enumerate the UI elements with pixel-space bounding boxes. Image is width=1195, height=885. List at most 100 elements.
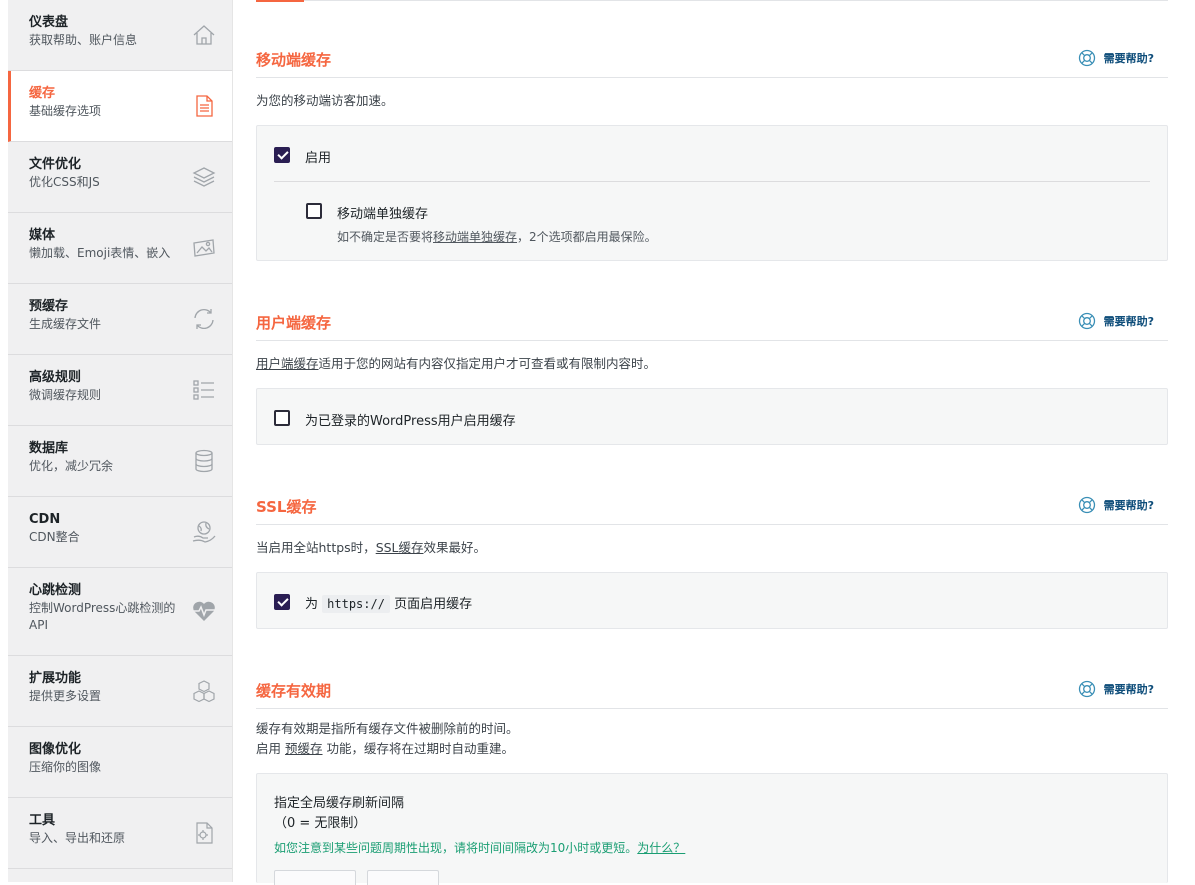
desc2-prefix: 启用 <box>256 741 282 756</box>
section-header: 用户端缓存 需要帮助? <box>256 306 1168 341</box>
section-title: 用户端缓存 <box>256 314 332 332</box>
why-link[interactable]: 为什么？ <box>637 841 685 855</box>
sidebar-item-subtitle: 优化，减少冗余 <box>29 459 114 473</box>
sidebar-item-advanced-rules[interactable]: 高级规则 微调缓存规则 <box>8 355 232 426</box>
sidebar-item-subtitle: 优化CSS和JS <box>29 175 100 189</box>
lifespan-field-hint: （0 = 无限制） <box>274 816 367 831</box>
lifespan-value-input[interactable] <box>274 870 356 885</box>
ssl-cache-checkbox[interactable] <box>274 594 290 610</box>
help-label: 需要帮助? <box>1103 683 1154 696</box>
https-code: https:// <box>322 595 390 613</box>
sidebar-item-subtitle: 基础缓存选项 <box>29 104 102 118</box>
sidebar-item-subtitle: 获取帮助、账户信息 <box>29 33 138 47</box>
section-title: 移动端缓存 <box>256 51 332 69</box>
help-link[interactable]: 需要帮助? <box>1078 680 1154 698</box>
section-ssl-cache: SSL缓存 需要帮助? 当启用全站https时，SSL缓存效果最好。 为 htt… <box>256 490 1168 629</box>
sidebar-item-file-optimization[interactable]: 文件优化 优化CSS和JS <box>8 142 232 213</box>
sidebar-item-media[interactable]: 媒体 懒加载、Emoji表情、嵌入 <box>8 213 232 284</box>
sidebar-item-subtitle: 生成缓存文件 <box>29 317 102 331</box>
desc-suffix: 效果最好。 <box>423 540 487 555</box>
sidebar-item-subtitle: 懒加载、Emoji表情、嵌入 <box>29 246 171 260</box>
sidebar-item-heartbeat[interactable]: 心跳检测 控制WordPress心跳检测的API <box>8 568 232 656</box>
sidebar-item-subtitle: 提供更多设置 <box>29 689 102 703</box>
ssl-options-box: 为 https:// 页面启用缓存 <box>256 572 1168 629</box>
desc-rest: 适用于您的网站有内容仅指定用户才可查看或有限制内容时。 <box>318 356 657 371</box>
lifespan-warning: 如您注意到某些问题周期性出现，请将时间间隔改为10小时或更短。为什么？ <box>274 839 685 856</box>
section-mobile-cache: 移动端缓存 需要帮助? 为您的移动端访客加速。 启用 移动端单独缓存 如不确定是… <box>256 43 1168 261</box>
section-cache-lifespan: 缓存有效期 需要帮助? 缓存有效期是指所有缓存文件被删除前的时间。 启用 预缓存… <box>256 674 1168 885</box>
option-prefix: 为 <box>305 597 319 612</box>
lifespan-options-box: 指定全局缓存刷新间隔 （0 = 无限制） 如您注意到某些问题周期性出现，请将时间… <box>256 773 1168 885</box>
sidebar-item-subtitle: 微调缓存规则 <box>29 388 102 402</box>
mobile-separate-note: 如不确定是否要将移动端单独缓存，2个选项都启用最保险。 <box>337 228 657 245</box>
sidebar-item-cdn[interactable]: CDN CDN整合 <box>8 497 232 568</box>
list-icon <box>191 377 217 403</box>
help-label: 需要帮助? <box>1103 52 1154 65</box>
sidebar-item-addons[interactable]: 扩展功能 提供更多设置 <box>8 656 232 727</box>
mobile-enable-checkbox[interactable] <box>274 147 290 163</box>
help-link[interactable]: 需要帮助? <box>1078 49 1154 67</box>
refresh-icon <box>191 306 217 332</box>
desc-prefix: 当启用全站https时， <box>256 540 376 555</box>
sidebar-item-subtitle: 导入、导出和还原 <box>29 831 126 845</box>
mobile-separate-link[interactable]: 移动端单独缓存 <box>433 230 517 244</box>
settings-sidebar: 仪表盘 获取帮助、账户信息 缓存 基础缓存选项 文件优化 优化CSS和JS 媒体… <box>8 0 233 882</box>
section-title: SSL缓存 <box>256 498 317 516</box>
help-link[interactable]: 需要帮助? <box>1078 312 1154 330</box>
ssl-cache-link[interactable]: SSL缓存 <box>376 540 424 555</box>
user-cache-label: 为已登录的WordPress用户启用缓存 <box>305 414 516 429</box>
database-icon <box>191 448 217 474</box>
user-cache-checkbox[interactable] <box>274 410 290 426</box>
preload-link[interactable]: 预缓存 <box>285 741 323 756</box>
help-label: 需要帮助? <box>1103 315 1154 328</box>
top-accent-bar <box>256 0 304 2</box>
section-description: 用户端缓存适用于您的网站有内容仅指定用户才可查看或有限制内容时。 <box>256 354 1168 374</box>
divider <box>274 181 1150 182</box>
sidebar-item-subtitle: 控制WordPress心跳检测的API <box>29 601 176 632</box>
lifebuoy-icon <box>1078 49 1096 67</box>
sidebar-item-tools[interactable]: 工具 导入、导出和还原 <box>8 798 232 869</box>
sidebar-item-preload[interactable]: 预缓存 生成缓存文件 <box>8 284 232 355</box>
layers-icon <box>191 164 217 190</box>
sidebar-item-dashboard[interactable]: 仪表盘 获取帮助、账户信息 <box>8 0 232 71</box>
sidebar-item-title: 图像优化 <box>29 742 82 757</box>
ssl-cache-label: 为 https:// 页面启用缓存 <box>305 593 472 613</box>
mobile-options-box: 启用 移动端单独缓存 如不确定是否要将移动端单独缓存，2个选项都启用最保险。 <box>256 125 1168 261</box>
sidebar-item-subtitle: CDN整合 <box>29 530 80 544</box>
tools-file-icon <box>191 820 217 846</box>
user-cache-link[interactable]: 用户端缓存 <box>256 356 319 371</box>
user-options-box: 为已登录的WordPress用户启用缓存 <box>256 388 1168 445</box>
mobile-enable-label: 启用 <box>305 151 332 166</box>
section-description: 当启用全站https时，SSL缓存效果最好。 <box>256 538 1168 558</box>
section-title: 缓存有效期 <box>256 682 332 700</box>
desc-line-1: 缓存有效期是指所有缓存文件被删除前的时间。 <box>256 721 519 736</box>
lifespan-unit-select[interactable] <box>367 870 439 885</box>
warning-text: 如您注意到某些问题周期性出现，请将时间间隔改为10小时或更短。 <box>274 841 638 855</box>
image-icon <box>191 235 217 261</box>
note-prefix: 如不确定是否要将 <box>337 230 434 244</box>
help-label: 需要帮助? <box>1103 499 1154 512</box>
top-divider <box>256 0 1168 1</box>
lifebuoy-icon <box>1078 496 1096 514</box>
mobile-separate-checkbox[interactable] <box>306 203 322 219</box>
desc-line-2: 启用 预缓存 功能，缓存将在过期时自动重建。 <box>256 739 1168 759</box>
section-header: SSL缓存 需要帮助? <box>256 490 1168 525</box>
heartbeat-icon <box>191 598 217 624</box>
note-suffix: ，2个选项都启用最保险。 <box>517 230 657 244</box>
section-description: 为您的移动端访客加速。 <box>256 93 394 108</box>
section-description: 缓存有效期是指所有缓存文件被删除前的时间。 启用 预缓存 功能，缓存将在过期时自… <box>256 719 1168 759</box>
home-icon <box>191 22 217 48</box>
desc2-suffix: 功能，缓存将在过期时自动重建。 <box>326 741 515 756</box>
sidebar-item-image-optimization[interactable]: 图像优化 压缩你的图像 <box>8 727 232 798</box>
sidebar-item-cache[interactable]: 缓存 基础缓存选项 <box>8 71 232 142</box>
section-user-cache: 用户端缓存 需要帮助? 用户端缓存适用于您的网站有内容仅指定用户才可查看或有限制… <box>256 306 1168 445</box>
section-header: 移动端缓存 需要帮助? <box>256 43 1168 78</box>
help-link[interactable]: 需要帮助? <box>1078 496 1154 514</box>
lifebuoy-icon <box>1078 680 1096 698</box>
cubes-icon <box>191 678 217 704</box>
section-header: 缓存有效期 需要帮助? <box>256 674 1168 709</box>
sidebar-item-database[interactable]: 数据库 优化，减少冗余 <box>8 426 232 497</box>
sidebar-item-subtitle: 压缩你的图像 <box>29 760 102 774</box>
lifespan-field-label: 指定全局缓存刷新间隔 <box>274 796 405 811</box>
lifebuoy-icon <box>1078 312 1096 330</box>
